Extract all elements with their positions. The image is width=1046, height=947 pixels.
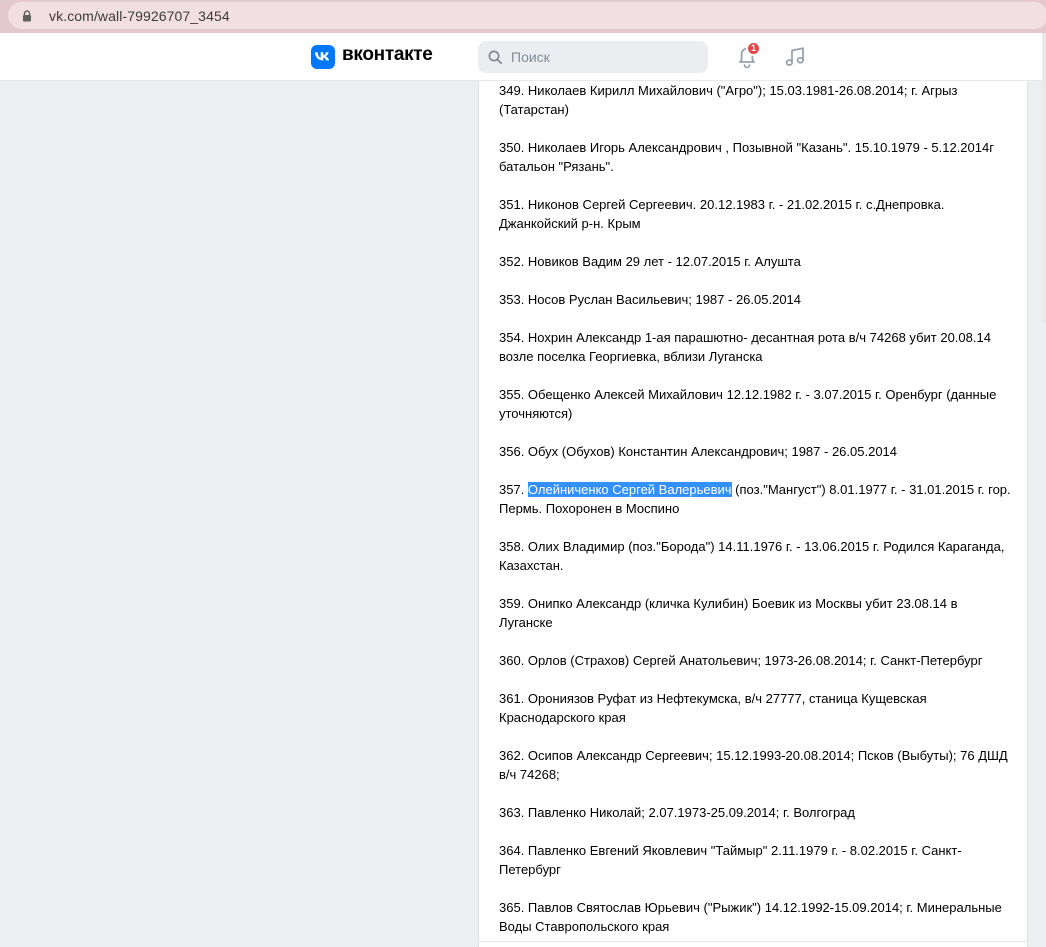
search-icon: [488, 50, 503, 65]
divider: [478, 941, 1028, 942]
notification-badge: 1: [746, 41, 761, 56]
post-entry: 358. Олих Владимир (поз."Борода") 14.11.…: [499, 539, 1005, 573]
search-box[interactable]: [478, 41, 708, 73]
post-card: 349. Николаев Кирилл Михайлович ("Агро")…: [478, 81, 1028, 947]
post-entry: 363. Павленко Николай; 2.07.1973-25.09.2…: [499, 805, 855, 820]
post-entry: 353. Носов Руслан Васильевич; 1987 - 26.…: [499, 292, 802, 307]
search-input[interactable]: [511, 41, 701, 73]
url-field[interactable]: vk.com/wall-79926707_3454: [8, 2, 1046, 29]
post-entry: 360. Орлов (Страхов) Сергей Анатольевич;…: [499, 653, 983, 668]
post-entry: 354. Нохрин Александр 1-ая парашютно- де…: [499, 330, 991, 364]
post-entry: 359. Онипко Александр (кличка Кулибин) Б…: [499, 596, 958, 630]
post-entry: 355. Обещенко Алексей Михайлович 12.12.1…: [499, 387, 997, 421]
browser-address-bar: vk.com/wall-79926707_3454: [0, 0, 1046, 33]
lock-icon: [23, 10, 31, 22]
post-entry: 349. Николаев Кирилл Михайлович ("Агро")…: [499, 83, 958, 117]
vk-header: вконтакте: [0, 33, 1046, 81]
scrollbar[interactable]: [1042, 33, 1046, 323]
selected-text[interactable]: Олейниченко Сергей Валерьевич: [527, 482, 732, 497]
post-entry: 362. Осипов Александр Сергеевич; 15.12.1…: [499, 748, 1008, 782]
post-entry: 365. Павлов Святослав Юрьевич ("Рыжик") …: [499, 900, 1002, 934]
vk-logo-icon[interactable]: [311, 45, 335, 69]
post-entry: 364. Павленко Евгений Яковлевич "Таймыр"…: [499, 843, 962, 877]
url-text: vk.com/wall-79926707_3454: [49, 8, 230, 24]
post-text: 349. Николаев Кирилл Михайлович ("Агро")…: [499, 81, 1011, 947]
brand-name[interactable]: вконтакте: [342, 44, 433, 66]
post-entry: 351. Никонов Сергей Сергеевич. 20.12.198…: [499, 197, 945, 231]
post-entry: 357. Олейниченко Сергей Валерьевич (поз.…: [499, 482, 1011, 516]
music-icon[interactable]: [783, 45, 807, 69]
post-entry: 361. Орониязов Руфат из Нефтекумска, в/ч…: [499, 691, 927, 725]
post-entry: 350. Николаев Игорь Александрович , Позы…: [499, 140, 994, 174]
post-entry: 352. Новиков Вадим 29 лет - 12.07.2015 г…: [499, 254, 801, 269]
post-entry: 356. Обух (Обухов) Константин Александро…: [499, 444, 898, 459]
